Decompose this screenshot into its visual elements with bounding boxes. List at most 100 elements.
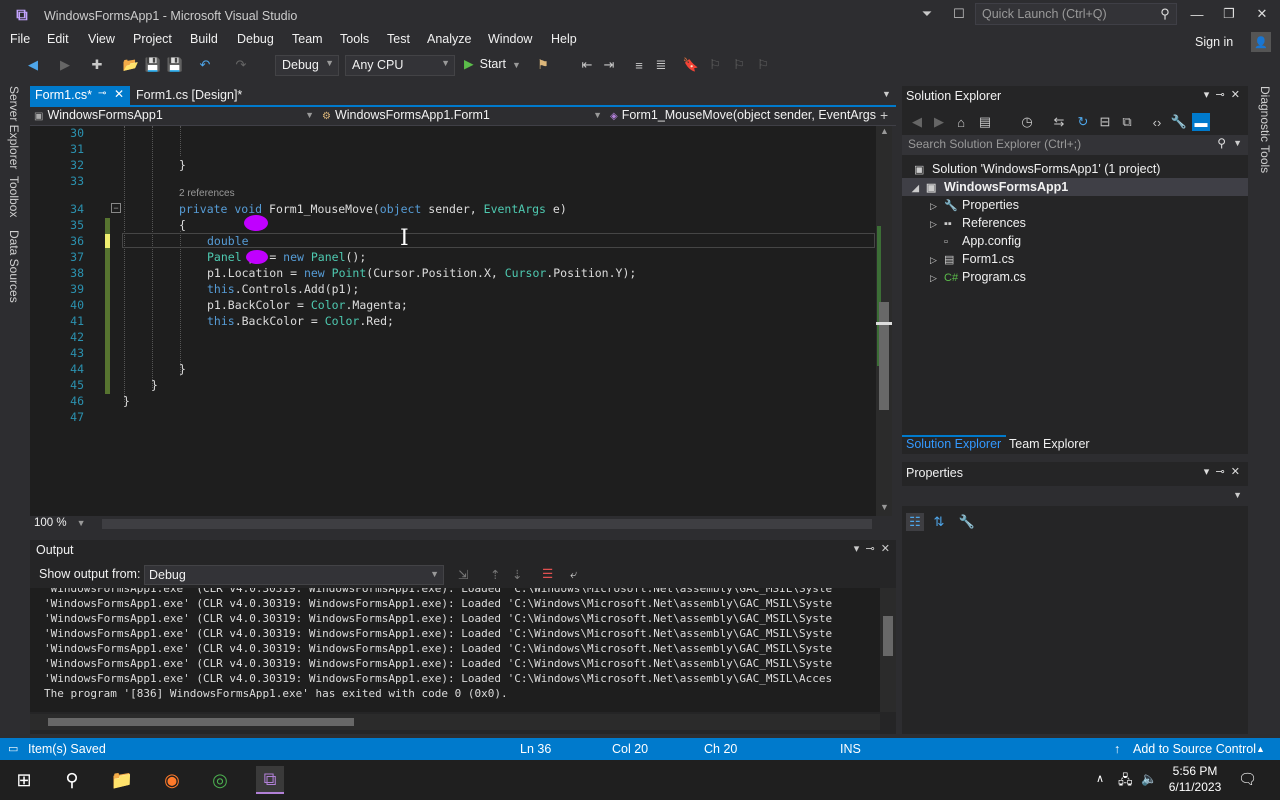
toolbox-tab[interactable]: Toolbox: [7, 176, 21, 217]
sign-in-link[interactable]: Sign in: [1195, 35, 1233, 49]
solution-platform-select[interactable]: Any CPU ▼: [345, 55, 455, 76]
menu-debug[interactable]: Debug: [237, 32, 274, 46]
open-file-icon[interactable]: 📂: [122, 56, 140, 74]
code-editor[interactable]: 30 31 32 33 34 35 36 37 38 39 40 41 42 4…: [30, 126, 876, 516]
tree-properties[interactable]: ▷ 🔧 Properties: [930, 198, 1019, 212]
back-icon[interactable]: ◀: [908, 113, 926, 131]
switch-views-icon[interactable]: ▤: [976, 113, 994, 131]
categorized-icon[interactable]: ☷: [906, 513, 924, 531]
menu-help[interactable]: Help: [551, 32, 577, 46]
solution-explorer-search-input[interactable]: Search Solution Explorer (Ctrl+;) ⚲ ▼: [902, 135, 1248, 155]
step-icon[interactable]: ⇤: [578, 56, 596, 74]
diagnostic-tools-tab[interactable]: Diagnostic Tools: [1258, 86, 1272, 173]
format-icon[interactable]: ⇥: [600, 56, 618, 74]
network-icon[interactable]: 🖧: [1118, 771, 1133, 793]
undo-icon[interactable]: ↶: [196, 56, 214, 74]
close-window-button[interactable]: ✕: [1245, 4, 1279, 24]
search-icon[interactable]: ⚲: [58, 766, 86, 794]
expand-icon[interactable]: ▷: [930, 219, 944, 230]
chevron-down-icon[interactable]: ▾: [1204, 466, 1210, 478]
view-code-icon[interactable]: ‹›: [1148, 113, 1166, 131]
pin-icon[interactable]: ⊸: [1215, 466, 1224, 478]
solution-configuration-select[interactable]: Debug ▼: [275, 55, 339, 76]
split-add-icon[interactable]: +: [880, 107, 888, 123]
expand-icon[interactable]: ◢: [912, 183, 926, 194]
output-text[interactable]: 'WindowsFormsApp1.exe' (CLR v4.0.30319: …: [30, 588, 880, 712]
tab-team-explorer[interactable]: Team Explorer: [1009, 437, 1090, 451]
next-bookmark-icon[interactable]: ⚐: [730, 56, 748, 74]
editor-horizontal-scrollbar[interactable]: [102, 519, 872, 529]
menu-build[interactable]: Build: [190, 32, 218, 46]
collapse-all-icon[interactable]: ⊟: [1096, 113, 1114, 131]
forward-icon[interactable]: ▶: [56, 56, 74, 74]
restore-button[interactable]: ❐: [1212, 4, 1246, 24]
zoom-level-select[interactable]: 100 % ▼: [34, 517, 86, 529]
scroll-thumb[interactable]: [883, 616, 893, 656]
tree-solution[interactable]: ▣ Solution 'WindowsFormsApp1' (1 project): [914, 162, 1160, 176]
forward-icon[interactable]: ▶: [930, 113, 948, 131]
close-icon[interactable]: ✕: [1231, 89, 1240, 101]
tree-project[interactable]: ◢ ▣ WindowsFormsApp1: [912, 180, 1068, 194]
sync-icon[interactable]: ⇆: [1050, 113, 1068, 131]
scroll-up-icon[interactable]: ▲: [880, 126, 889, 136]
member-dropdown[interactable]: ◈ Form1_MouseMove(object sender, EventArg…: [610, 108, 880, 126]
home-icon[interactable]: ⌂: [952, 113, 970, 131]
pin-icon[interactable]: ⊸: [1215, 89, 1224, 101]
codelens-references[interactable]: 2 references: [179, 188, 235, 199]
windows-start-icon[interactable]: ⊞: [10, 766, 38, 794]
chevron-down-icon[interactable]: ▾: [1204, 89, 1210, 101]
tab-solution-explorer[interactable]: Solution Explorer: [906, 437, 1001, 451]
project-dropdown[interactable]: ▣ WindowsFormsApp1 ▼: [34, 108, 318, 126]
output-source-select[interactable]: Debug ▼: [144, 565, 444, 585]
pin-icon[interactable]: ⊸: [98, 88, 106, 99]
next-message-icon[interactable]: ⇣: [512, 567, 522, 582]
menu-team[interactable]: Team: [292, 32, 323, 46]
alphabetical-icon[interactable]: ⇅: [930, 513, 948, 531]
menu-project[interactable]: Project: [133, 32, 172, 46]
search-icon[interactable]: ⚲: [1156, 5, 1174, 23]
feedback-icon[interactable]: ☐: [950, 5, 968, 23]
system-clock[interactable]: 5:56 PM 6/11/2023: [1160, 763, 1230, 795]
visual-studio-taskbar-icon[interactable]: ⧉: [256, 766, 284, 794]
bookmark-icon[interactable]: 🔖: [682, 56, 700, 74]
properties-wrench-icon[interactable]: 🔧: [1170, 113, 1188, 131]
menu-tools[interactable]: Tools: [340, 32, 369, 46]
account-icon[interactable]: 👤: [1251, 32, 1271, 52]
notifications-filter-icon[interactable]: ⏷: [918, 5, 936, 23]
tab-list-dropdown-icon[interactable]: ▼: [882, 89, 891, 99]
find-message-icon[interactable]: ⇲: [458, 567, 468, 582]
menu-file[interactable]: File: [10, 32, 30, 46]
scroll-thumb[interactable]: [879, 302, 889, 410]
pending-changes-icon[interactable]: ◷: [1018, 113, 1036, 131]
data-sources-tab[interactable]: Data Sources: [7, 230, 21, 303]
clear-all-icon[interactable]: ☰: [542, 566, 553, 581]
volume-icon[interactable]: 🔈: [1141, 771, 1157, 787]
firefox-icon[interactable]: ◉: [158, 766, 186, 794]
add-to-source-control-button[interactable]: Add to Source Control: [1133, 742, 1256, 756]
comment-icon[interactable]: ≡: [630, 56, 648, 74]
quick-launch-input[interactable]: Quick Launch (Ctrl+Q): [975, 3, 1177, 25]
close-tab-icon[interactable]: ✕: [114, 87, 124, 101]
tree-app-config[interactable]: ▫ App.config: [930, 234, 1021, 248]
close-icon[interactable]: ✕: [1231, 466, 1240, 478]
uncomment-icon[interactable]: ≣: [652, 56, 670, 74]
tree-program-cs[interactable]: ▷ C# Program.cs: [930, 270, 1026, 284]
chevron-up-icon[interactable]: ∧: [1096, 772, 1104, 785]
menu-test[interactable]: Test: [387, 32, 410, 46]
expand-icon[interactable]: ▷: [930, 273, 944, 284]
attach-icon[interactable]: ⚑: [534, 56, 552, 74]
prev-bookmark-icon[interactable]: ⚐: [706, 56, 724, 74]
tree-form1-cs[interactable]: ▷ ▤ Form1.cs: [930, 252, 1014, 266]
notifications-icon[interactable]: 🗨: [1238, 770, 1257, 788]
menu-analyze[interactable]: Analyze: [427, 32, 471, 46]
word-wrap-icon[interactable]: ⤶: [570, 567, 577, 582]
chrome-icon[interactable]: ◎: [206, 766, 234, 794]
editor-vertical-scrollbar[interactable]: ▲ ▼: [876, 126, 892, 516]
scroll-thumb[interactable]: [48, 718, 354, 726]
output-vertical-scrollbar[interactable]: [880, 588, 896, 712]
start-debugging-button[interactable]: ▶ Start ▼: [464, 56, 521, 76]
output-horizontal-scrollbar[interactable]: [30, 714, 880, 730]
refresh-icon[interactable]: ↻: [1074, 113, 1092, 131]
minimize-button[interactable]: —: [1180, 4, 1214, 24]
chevron-down-icon[interactable]: ▾: [854, 543, 860, 555]
